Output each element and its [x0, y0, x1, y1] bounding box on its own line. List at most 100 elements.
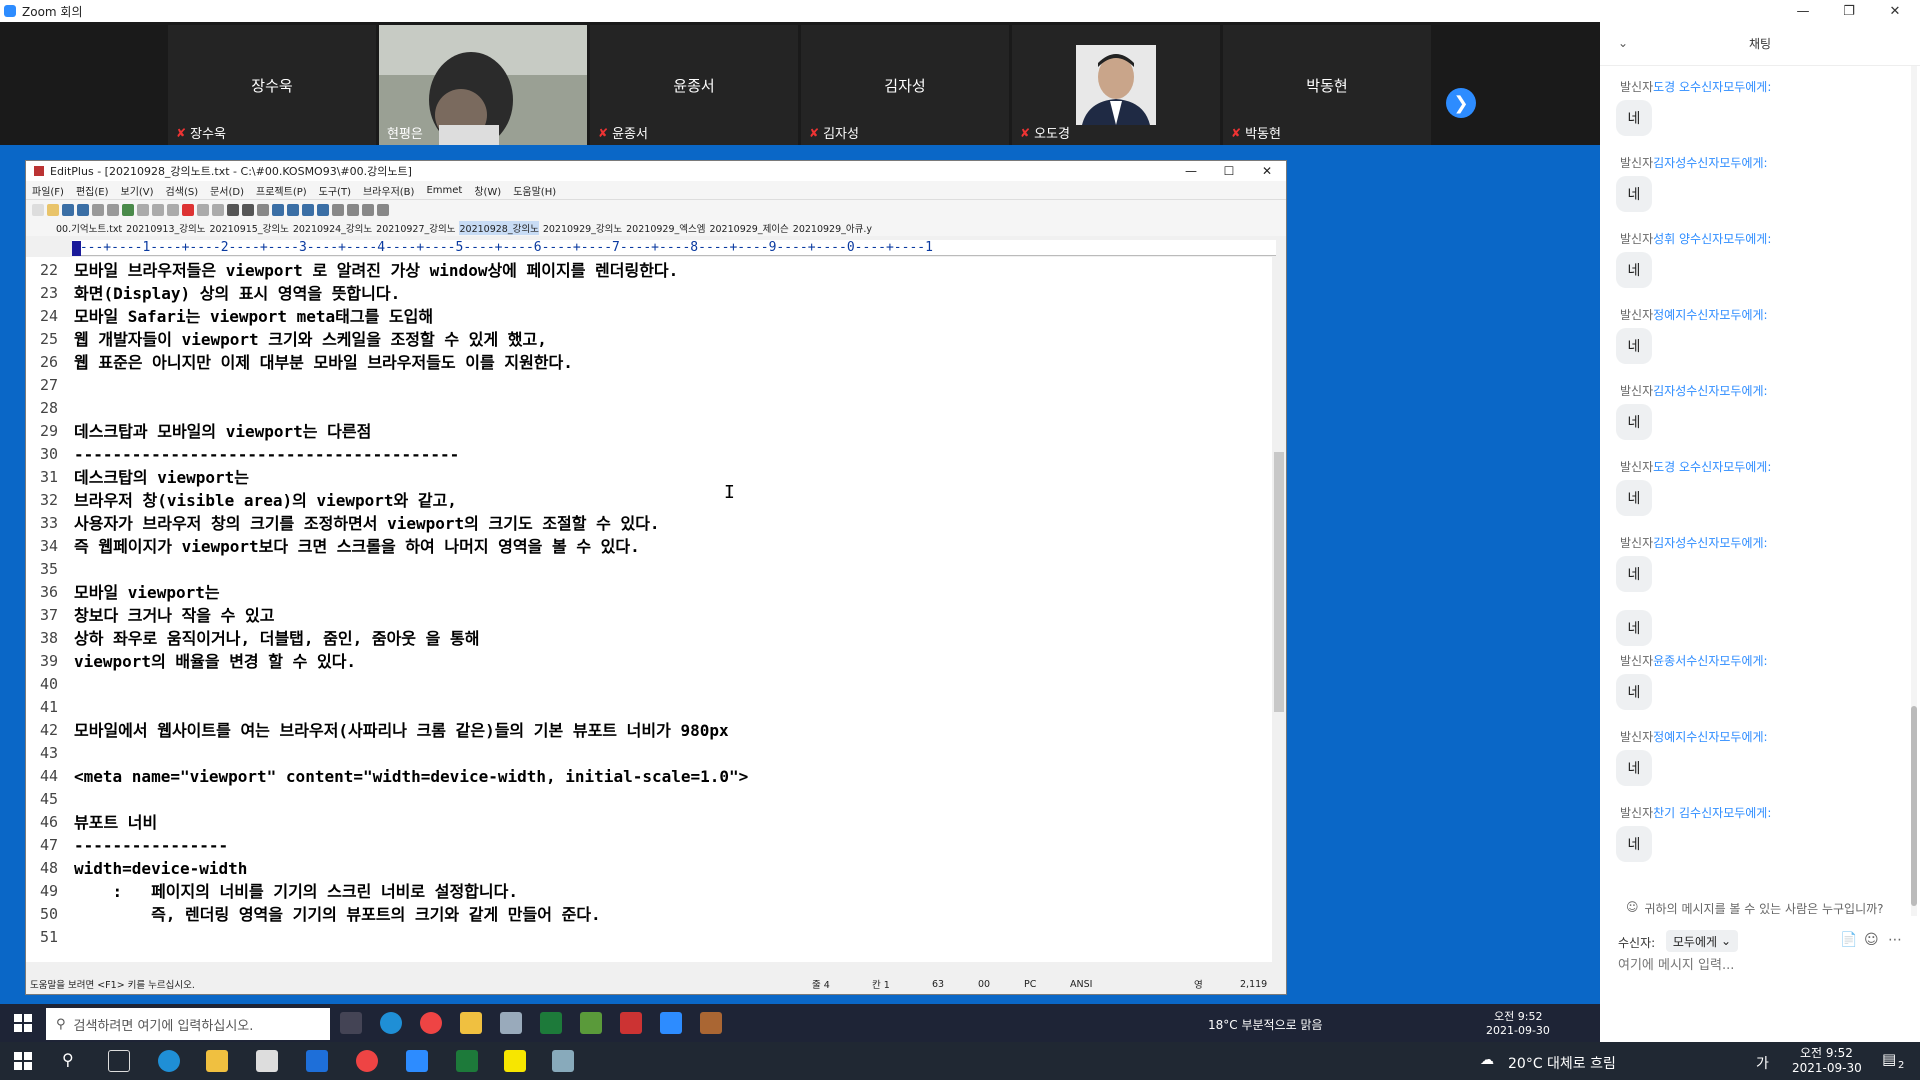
excel-icon[interactable]	[456, 1050, 478, 1072]
close-icon[interactable]: ✕	[1248, 161, 1286, 181]
word-wrap-icon[interactable]	[287, 203, 299, 216]
editplus-doc-tabs: 00.기억노트.txt 20210913_강의노 20210915_강의노 20…	[26, 219, 1286, 236]
save-icon[interactable]	[62, 203, 74, 216]
edge-icon[interactable]	[158, 1050, 180, 1072]
recipient-dropdown[interactable]: 모두에게 ⌄	[1666, 930, 1738, 952]
open-folder-icon[interactable]	[47, 203, 59, 216]
line-number: 44	[39, 767, 58, 785]
directory-icon[interactable]	[362, 203, 374, 216]
editor-line: 33 사용자가 브라우저 창의 크기를 조정하면서 viewport의 크기도 조…	[26, 512, 1266, 535]
spellcheck-icon[interactable]	[122, 203, 134, 216]
store-icon[interactable]	[256, 1050, 278, 1072]
minimize-icon[interactable]: —	[1172, 161, 1210, 181]
line-text: 사용자가 브라우저 창의 크기를 조정하면서 viewport의 크기도 조절할…	[74, 514, 660, 533]
taskbar-time[interactable]: 오전 9:52	[1800, 1044, 1853, 1061]
doc-tab[interactable]: 20210929_제이슨	[709, 221, 788, 235]
mic-muted-icon: ✘	[1020, 125, 1031, 140]
chat-scroll-thumb[interactable]	[1911, 706, 1917, 906]
participant-name: 장수욱	[251, 77, 293, 95]
zoom-icon	[660, 1012, 682, 1034]
doc-tab[interactable]: 20210924_강의노	[293, 221, 372, 235]
new-file-icon[interactable]	[32, 203, 44, 216]
doc-tab[interactable]: 20210915_강의노	[210, 221, 289, 235]
horizontal-scrollbar[interactable]	[26, 962, 1286, 974]
emoji-icon[interactable]: ☺	[1864, 932, 1879, 948]
participant-tile[interactable]: ✘ 오도경	[1012, 25, 1220, 145]
file-explorer-icon[interactable]	[206, 1050, 228, 1072]
chevron-down-icon[interactable]: ⌄	[1618, 36, 1628, 50]
cliptext-icon[interactable]	[347, 203, 359, 216]
next-page-arrow-icon[interactable]: ❯	[1446, 88, 1476, 118]
menu-view[interactable]: 보기(V)	[121, 183, 154, 198]
goto-icon[interactable]	[257, 203, 269, 216]
print-preview-icon[interactable]	[107, 203, 119, 216]
doc-tab-active[interactable]: 20210928_강의노	[459, 220, 539, 235]
doc-tab[interactable]: 20210929_강의노	[543, 221, 622, 235]
participant-tile[interactable]: 김자성 ✘ 김자성	[801, 25, 1009, 145]
save-all-icon[interactable]	[77, 203, 89, 216]
task-view-icon[interactable]	[108, 1050, 130, 1072]
line-number-icon[interactable]	[302, 203, 314, 216]
menu-document[interactable]: 문서(D)	[210, 183, 244, 198]
maximize-icon[interactable]: ☐	[1210, 161, 1248, 181]
doc-tab[interactable]: 00.기억노트.txt	[56, 221, 122, 235]
vertical-scrollbar[interactable]	[1272, 257, 1286, 962]
restore-icon[interactable]: ❐	[1826, 0, 1872, 22]
font-icon[interactable]	[272, 203, 284, 216]
taskbar-date[interactable]: 2021-09-30	[1792, 1061, 1862, 1075]
menu-tools[interactable]: 도구(T)	[319, 183, 351, 198]
mail-icon[interactable]	[306, 1050, 328, 1072]
menu-help[interactable]: 도움말(H)	[513, 183, 556, 198]
more-icon[interactable]: ⋯	[1888, 932, 1902, 948]
menu-search[interactable]: 검색(S)	[166, 183, 199, 198]
doc-tab[interactable]: 20210929_엑스엠	[626, 221, 705, 235]
chat-to: 모두에게:	[1719, 308, 1768, 322]
notification-icon[interactable]: ▤	[1882, 1050, 1896, 1068]
chat-to: 모두에게:	[1719, 730, 1768, 744]
participant-tile[interactable]: 박동현 ✘ 박동현	[1223, 25, 1431, 145]
zoom-icon[interactable]	[406, 1050, 428, 1072]
redo-icon[interactable]	[212, 203, 224, 216]
cut-icon[interactable]	[137, 203, 149, 216]
editor-line: 50 즉, 렌더링 영역을 기기의 뷰포트의 크기와 같게 만들어 준다.	[26, 903, 1266, 926]
participant-tile[interactable]: 윤종서 ✘ 윤종서	[590, 25, 798, 145]
vertical-scroll-thumb[interactable]	[1274, 452, 1284, 712]
copy-icon[interactable]	[152, 203, 164, 216]
line-number: 28	[39, 399, 58, 417]
chat-message-input[interactable]	[1616, 952, 1906, 978]
find-icon[interactable]	[227, 203, 239, 216]
menu-edit[interactable]: 편집(E)	[76, 183, 109, 198]
doc-tab[interactable]: 20210927_강의노	[376, 221, 455, 235]
editor-icon[interactable]	[552, 1050, 574, 1072]
windows-start-icon[interactable]	[14, 1052, 32, 1074]
menu-file[interactable]: 파일(F)	[32, 183, 64, 198]
replace-icon[interactable]	[242, 203, 254, 216]
print-icon[interactable]	[92, 203, 104, 216]
browser-icon[interactable]	[332, 203, 344, 216]
file-icon[interactable]: 📄	[1840, 932, 1857, 948]
menu-project[interactable]: 프로젝트(P)	[256, 183, 307, 198]
editor-line: 46 뷰포트 너비	[26, 811, 1266, 834]
menu-window[interactable]: 창(W)	[474, 183, 501, 198]
editor-text-area[interactable]: 22 모바일 브라우저들은 viewport 로 알려진 가상 window상에 …	[26, 257, 1272, 962]
ruler-icon[interactable]	[317, 203, 329, 216]
minimize-icon[interactable]: —	[1780, 0, 1826, 22]
ime-indicator[interactable]: 가	[1756, 1053, 1769, 1073]
paste-icon[interactable]	[167, 203, 179, 216]
participant-gallery: 장수욱 ✘ 장수욱 현평은 윤종서 ✘ 윤종서 김자성 ✘ 김자성 ✘ 오도경 박동현 …	[0, 22, 1600, 148]
delete-icon[interactable]	[182, 203, 194, 216]
participant-video-tile[interactable]: 현평은	[379, 25, 587, 148]
help-icon[interactable]	[377, 203, 389, 216]
search-icon[interactable]: ⚲	[62, 1050, 74, 1069]
menu-emmet[interactable]: Emmet	[426, 185, 462, 196]
close-icon[interactable]: ✕	[1872, 0, 1918, 22]
taskbar-weather[interactable]: 20°C 대체로 흐림	[1508, 1053, 1616, 1073]
doc-tab[interactable]: 20210913_강의노	[126, 221, 205, 235]
participant-tile[interactable]: 장수욱 ✘ 장수욱	[168, 25, 376, 145]
undo-icon[interactable]	[197, 203, 209, 216]
kakaotalk-icon[interactable]	[504, 1050, 526, 1072]
chat-scrollbar[interactable]	[1911, 66, 1917, 916]
doc-tab[interactable]: 20210929_아큐.y	[793, 221, 872, 235]
menu-browser[interactable]: 브라우저(B)	[363, 183, 414, 198]
chrome-icon[interactable]	[356, 1050, 378, 1072]
